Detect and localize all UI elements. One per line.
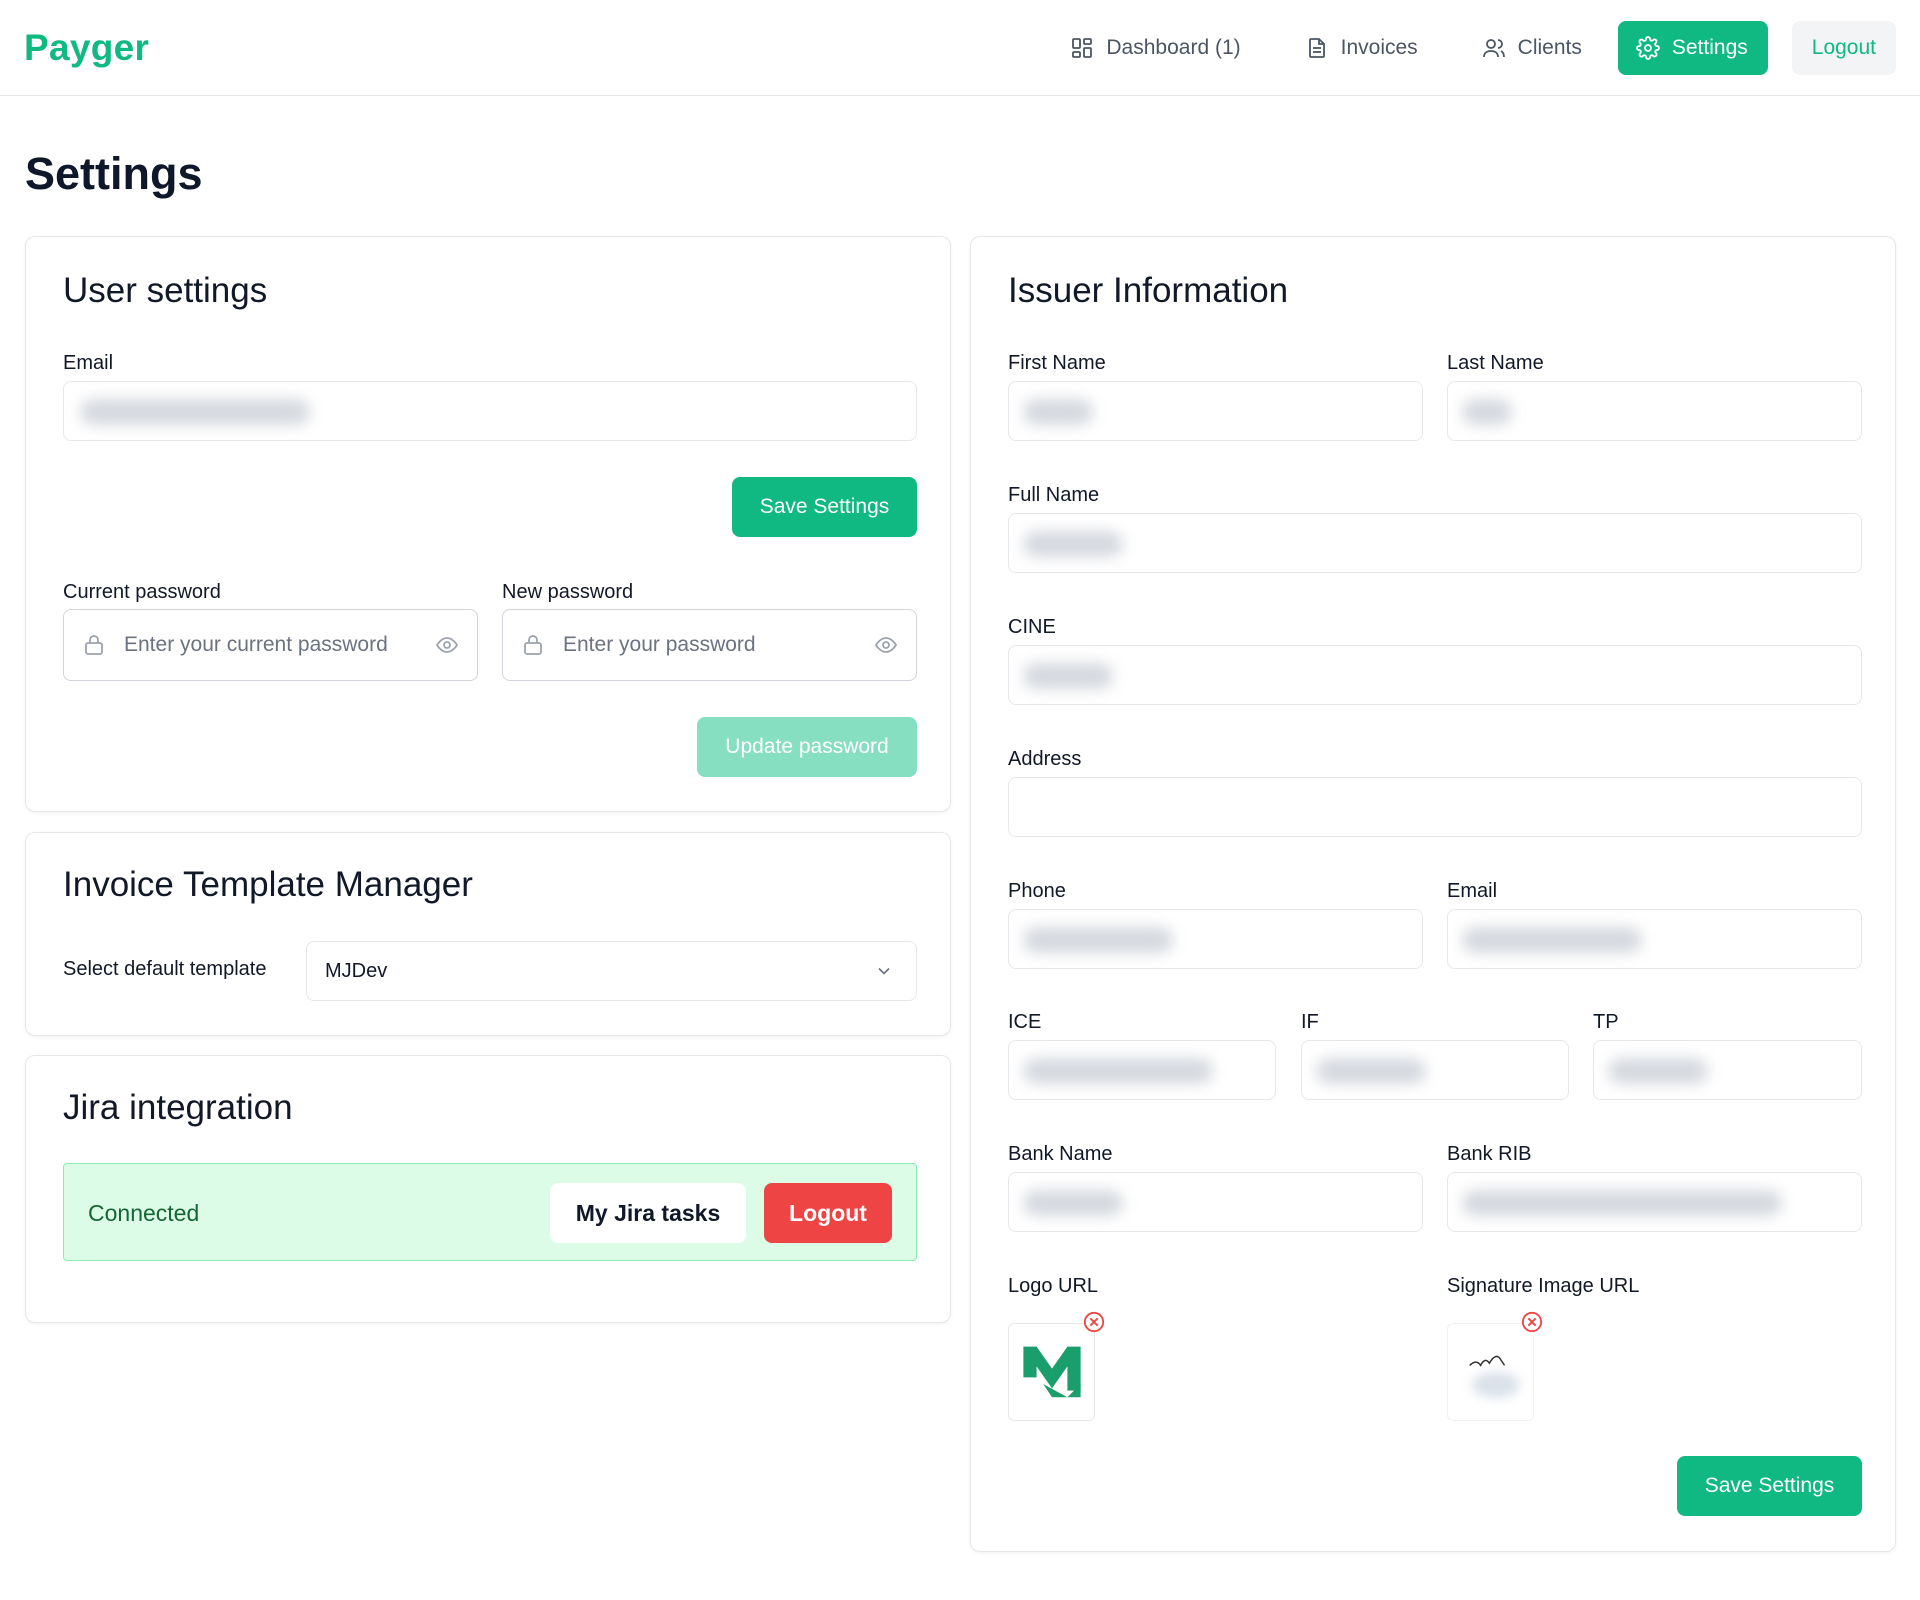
nav-invoices-label: Invoices [1340,35,1418,59]
signature-preview [1447,1323,1534,1421]
jira-integration-card: Jira integration Connected My Jira tasks… [25,1055,951,1323]
chevron-down-icon [878,967,890,975]
my-jira-tasks-button[interactable]: My Jira tasks [550,1183,746,1243]
new-password-field[interactable]: Enter your password [502,609,917,681]
new-password-placeholder: Enter your password [563,633,756,656]
full-name-field[interactable] [1008,513,1862,573]
company-logo-image [1023,1346,1081,1398]
bank-name-field[interactable] [1008,1172,1423,1232]
brand-logo[interactable]: Payger [24,27,149,69]
redacted-value [1462,927,1642,953]
current-password-field[interactable]: Enter your current password [63,609,478,681]
cine-label: CINE [1008,616,1056,638]
issuer-save-settings-button[interactable]: Save Settings [1677,1456,1862,1516]
address-label: Address [1008,748,1082,770]
redacted-value [1023,663,1113,689]
document-icon [1308,37,1325,58]
nav-settings-label: Settings [1671,35,1748,59]
current-password-label: Current password [63,581,221,603]
new-password-label: New password [502,581,634,603]
current-password-placeholder: Enter your current password [124,633,388,656]
logo-url-label: Logo URL [1008,1275,1099,1297]
redacted-value [1023,1190,1123,1216]
redacted-value [1023,531,1123,557]
user-settings-title: User settings [63,271,268,310]
if-field[interactable] [1301,1040,1569,1100]
logo-preview [1008,1323,1095,1421]
address-field[interactable] [1008,777,1862,837]
remove-signature-icon[interactable] [1521,1311,1543,1333]
jira-status-text: Connected [88,1200,200,1226]
eye-icon[interactable] [874,633,898,657]
invoice-template-card: Invoice Template Manager Select default … [25,832,951,1036]
redacted-value [1608,1058,1708,1084]
issuer-email-field[interactable] [1447,909,1862,969]
tp-field[interactable] [1593,1040,1862,1100]
dashboard-icon [1072,37,1093,58]
lock-icon [524,635,542,655]
first-name-label: First Name [1008,352,1106,374]
nav-clients[interactable]: Clients [1454,21,1610,75]
issuer-information-card: Issuer Information First Name Last Name … [970,236,1896,1552]
issuer-information-title: Issuer Information [1008,271,1289,310]
eye-icon[interactable] [435,633,459,657]
template-manager-title: Invoice Template Manager [63,865,473,904]
redacted-value [80,399,310,425]
nav-logout-button[interactable]: Logout [1791,20,1896,75]
main-nav: Dashboard (1) Invoices Clients Settings … [1042,20,1896,75]
email-label: Email [63,352,114,374]
phone-field[interactable] [1008,909,1423,969]
cine-field[interactable] [1008,645,1862,705]
redacted-value [1462,399,1512,425]
gear-icon [1636,35,1660,60]
lock-icon [85,635,103,655]
top-navigation: Payger Dashboard (1) Invoices Clients Se… [0,0,1920,96]
redacted-value [1023,399,1093,425]
jira-status-panel: Connected My Jira tasks Logout [63,1163,917,1261]
selected-template-value: MJDev [325,959,388,982]
last-name-field[interactable] [1447,381,1862,441]
default-template-label: Select default template [63,958,267,980]
redacted-value [1023,1058,1213,1084]
if-label: IF [1301,1011,1319,1033]
issuer-email-label: Email [1447,880,1498,902]
full-name-label: Full Name [1008,484,1100,506]
ice-field[interactable] [1008,1040,1276,1100]
users-icon [1482,38,1505,57]
user-settings-card: User settings Email Save Settings Curren… [25,236,951,812]
bank-rib-label: Bank RIB [1447,1143,1532,1165]
update-password-button[interactable]: Update password [697,717,917,777]
save-settings-button[interactable]: Save Settings [732,477,917,537]
jira-integration-title: Jira integration [63,1088,293,1127]
ice-label: ICE [1008,1011,1042,1033]
signature-image [1469,1355,1520,1399]
first-name-field[interactable] [1008,381,1423,441]
nav-settings[interactable]: Settings [1617,20,1768,75]
redacted-value [1316,1058,1426,1084]
tp-label: TP [1593,1011,1619,1033]
bank-rib-field[interactable] [1447,1172,1862,1232]
nav-dashboard[interactable]: Dashboard (1) [1042,21,1268,75]
redacted-value [1462,1190,1782,1216]
last-name-label: Last Name [1447,352,1544,374]
nav-clients-label: Clients [1517,35,1582,59]
default-template-select[interactable]: MJDev [306,941,917,1001]
redacted-value [1023,927,1173,953]
page-title: Settings [25,148,203,199]
signature-url-label: Signature Image URL [1447,1275,1640,1297]
email-field[interactable] [63,381,917,441]
remove-logo-icon[interactable] [1083,1311,1105,1333]
nav-dashboard-label: Dashboard (1) [1106,35,1241,59]
bank-name-label: Bank Name [1008,1143,1113,1165]
nav-invoices[interactable]: Invoices [1277,21,1446,75]
phone-label: Phone [1008,880,1066,902]
jira-logout-button[interactable]: Logout [764,1183,892,1243]
